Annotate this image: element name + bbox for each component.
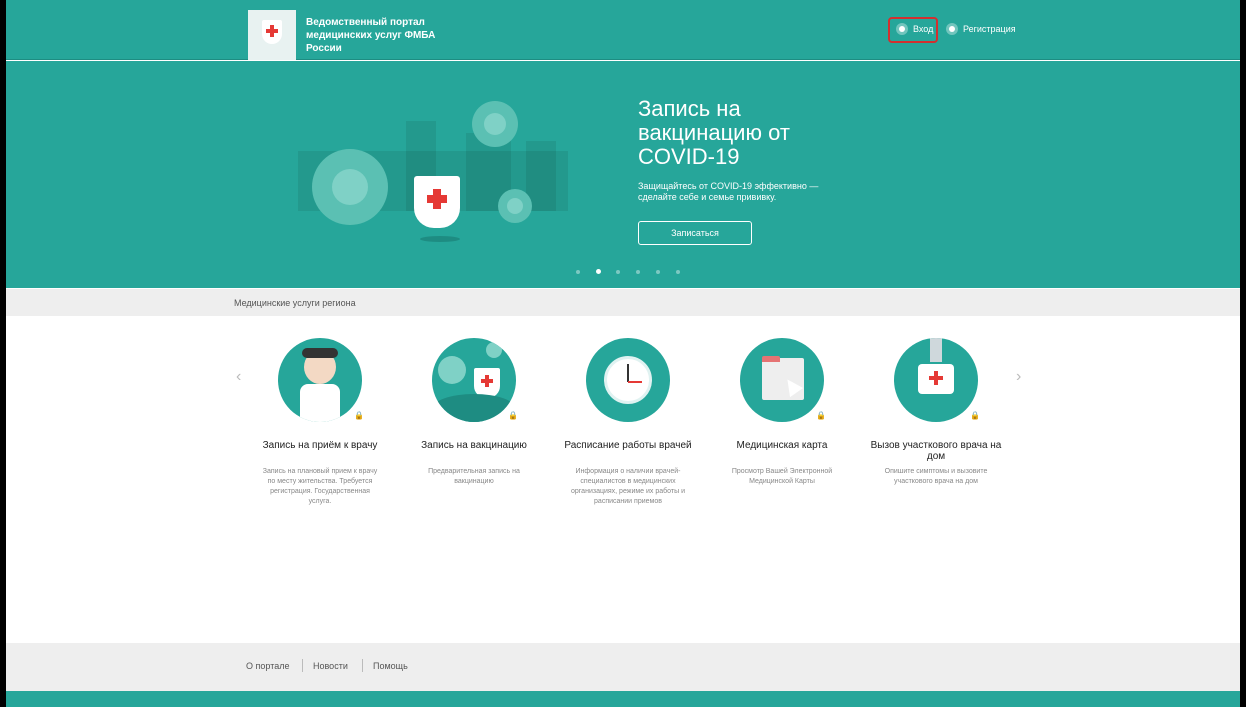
service-title: Расписание работы врачей [564,440,692,451]
lock-icon: 🔒 [970,411,980,420]
doctor-icon [278,338,362,422]
register-link[interactable]: Регистрация [963,24,1016,34]
service-description: Запись на плановый прием к врачу по мест… [262,468,378,505]
lock-icon: 🔒 [354,411,364,420]
home-visit-icon [894,338,978,422]
clock-icon [586,338,670,422]
login-link[interactable]: Вход [913,24,933,34]
header [6,0,1240,60]
service-title: Запись на приём к врачу [262,440,378,451]
virus-illustration-core [332,169,368,205]
virus-illustration-core [484,113,506,135]
service-description: Просмотр Вашей Электронной Медицинской К… [731,468,833,485]
section-bar: Медицинские услуги региона [6,289,1240,316]
hero-title: Запись на вакцинацию от COVID-19 [638,96,790,169]
edit-icon[interactable] [946,23,958,35]
vaccination-icon [432,338,516,422]
service-description: Информация о наличии врачей-специалистов… [571,468,685,505]
service-title: Запись на вакцинацию [421,440,527,451]
chevron-right-icon[interactable]: › [1016,368,1030,390]
section-title: Медицинские услуги региона [234,298,356,308]
carousel-dot[interactable] [676,270,680,274]
portal-title[interactable]: Ведомственный портал медицинских услуг Ф… [306,16,466,55]
carousel-dot[interactable] [636,270,640,274]
virus-illustration-core [507,198,523,214]
carousel-dot-active[interactable] [596,269,601,274]
page: Ведомственный портал медицинских услуг Ф… [6,0,1240,707]
service-description: Предварительная запись на вакцинацию [428,468,520,485]
footer: О портале Новости Помощь [6,643,1240,691]
lock-icon: 🔒 [508,411,518,420]
hero-subtitle: Защищайтесь от COVID-19 эффективно — сде… [638,181,819,202]
service-description: Опишите симптомы и вызовите участкового … [884,468,988,485]
service-title: Медицинская карта [736,440,828,451]
signup-button[interactable]: Записаться [638,221,752,245]
bottom-bar [6,691,1240,707]
footer-link-help[interactable]: Помощь [373,661,408,671]
user-icon[interactable] [896,23,908,35]
carousel-dot[interactable] [656,270,660,274]
medical-card-icon [740,338,824,422]
footer-link-news[interactable]: Новости [313,661,348,671]
footer-separator [362,659,363,672]
carousel-dot[interactable] [616,270,620,274]
carousel-dot[interactable] [576,270,580,274]
cross-icon-h [427,195,447,203]
cross-icon-h [266,29,278,33]
shield-shadow [420,236,460,242]
footer-link-about[interactable]: О портале [246,661,289,671]
carousel-dots [576,267,696,277]
hero-banner: Запись на вакцинацию от COVID-19 Защищай… [6,61,1240,288]
service-title: Вызов участкового врача на дом [870,440,1002,462]
chevron-left-icon[interactable]: ‹ [236,368,250,390]
footer-separator [302,659,303,672]
lock-icon: 🔒 [816,411,826,420]
